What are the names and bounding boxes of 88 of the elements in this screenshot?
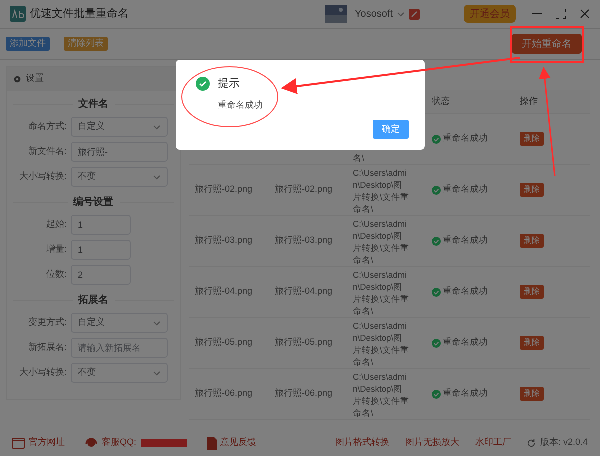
footer-link[interactable]: 官方网址: [29, 436, 65, 450]
field-label: 新文件名:: [27, 145, 67, 158]
window-title: 优速文件批量重命名: [30, 6, 129, 22]
document-icon: [206, 436, 217, 450]
dropdown[interactable]: 自定义: [71, 117, 168, 137]
footer-link[interactable]: 客服QQ:: [102, 436, 137, 450]
table-cell-text: 旅行照-03.png: [275, 234, 334, 248]
table-cell-text: 旅行照-04.png: [195, 285, 254, 298]
number-field[interactable]: 1: [71, 215, 131, 235]
path-cell: C:\Users\admin\Desktop\图片转换\文件重命名\: [353, 269, 411, 317]
check-icon: [432, 390, 441, 398]
chevron-down-icon: [153, 370, 161, 376]
text-field[interactable]: 请输入新拓展名: [71, 338, 168, 358]
check-icon: [432, 338, 441, 348]
table-cell-text: 旅行照-05.png: [275, 336, 334, 350]
delete-button[interactable]: 删除: [520, 336, 544, 350]
number-field[interactable]: 1: [71, 240, 131, 260]
table-cell-text: 旅行照-06.png: [275, 387, 334, 400]
start-rename-button[interactable]: 开始重命名: [512, 34, 582, 54]
section-heading: 编号设置: [74, 196, 114, 210]
app-logo-icon: [10, 6, 26, 22]
chevron-down-icon: [153, 174, 161, 180]
column-header: 状态: [432, 94, 451, 108]
success-icon: [196, 77, 210, 92]
column-header: 操作: [520, 94, 539, 108]
chevron-down-icon: [153, 124, 161, 130]
dialog-title: 提示: [218, 77, 240, 92]
footer-link[interactable]: 水印工厂: [475, 436, 512, 450]
table-cell-text: 旅行照-04.png: [275, 285, 334, 298]
badge-icon: [409, 8, 420, 20]
field-label: 起始:: [45, 218, 67, 232]
status-text: 重命名成功: [443, 183, 488, 196]
footer-link[interactable]: 意见反馈: [220, 436, 257, 450]
status-text: 重命名成功: [443, 234, 488, 248]
dropdown[interactable]: 自定义: [71, 313, 168, 333]
ok-button[interactable]: 确定: [373, 120, 409, 139]
check-icon: [432, 288, 441, 296]
delete-button[interactable]: 删除: [520, 387, 544, 401]
path-cell: C:\Users\admin\Desktop\图片转换\文件重命名\: [353, 371, 411, 419]
section-heading: 拓展名: [78, 294, 108, 308]
field-label: 大小写转换:: [18, 170, 67, 184]
field-label: 变更方式:: [27, 316, 67, 330]
table-cell-text: 旅行照-02.png: [195, 183, 254, 196]
section-heading: 文件名: [78, 98, 108, 112]
chevron-down-icon: [397, 12, 405, 16]
version-text: 版本: v2.0.4: [540, 436, 588, 450]
user-name[interactable]: Yososoft: [355, 6, 393, 22]
field-label: 新拓展名:: [27, 341, 67, 354]
text-field[interactable]: 旅行照-: [71, 142, 168, 162]
headset-icon: [85, 436, 98, 450]
delete-button[interactable]: 删除: [520, 285, 544, 299]
status-text: 重命名成功: [443, 336, 488, 350]
delete-button[interactable]: 删除: [520, 183, 544, 197]
close-icon[interactable]: [580, 9, 590, 19]
dialog-message: 重命名成功: [218, 98, 264, 112]
settings-icon: [13, 74, 22, 84]
check-icon: [432, 236, 441, 246]
refresh-icon: [527, 438, 536, 448]
redaction-bar: [140, 439, 187, 447]
check-icon: [432, 186, 441, 194]
path-cell: C:\Users\admin\Desktop\图片转换\文件重命名\: [353, 167, 411, 215]
settings-title: 设置: [26, 72, 44, 86]
dropdown[interactable]: 不变: [71, 363, 168, 383]
browser-icon: [12, 438, 25, 448]
table-cell-text: 旅行照-06.png: [195, 387, 254, 400]
table-cell-text: 旅行照-02.png: [275, 183, 334, 196]
path-cell: C:\Users\admin\Desktop\图片转换\文件重命名\: [353, 320, 411, 368]
fullscreen-icon[interactable]: [556, 9, 566, 19]
toolbar-button[interactable]: 添加文件: [6, 37, 50, 51]
number-field[interactable]: 2: [71, 265, 131, 285]
delete-button[interactable]: 删除: [520, 132, 544, 146]
status-text: 重命名成功: [443, 132, 488, 146]
table-cell-text: 旅行照-05.png: [195, 336, 254, 350]
check-icon: [432, 134, 441, 144]
field-label: 命名方式:: [27, 120, 67, 134]
table-cell-text: 旅行照-03.png: [195, 234, 254, 248]
status-text: 重命名成功: [443, 285, 488, 298]
status-text: 重命名成功: [443, 387, 488, 400]
field-label: 位数:: [45, 268, 67, 282]
field-label: 增量:: [45, 243, 67, 256]
field-label: 大小写转换:: [18, 366, 67, 380]
footer-link[interactable]: 图片格式转换: [335, 436, 390, 450]
footer-link[interactable]: 图片无损放大: [405, 436, 460, 450]
toolbar-button[interactable]: 清除列表: [64, 37, 108, 51]
dropdown[interactable]: 不变: [71, 167, 168, 187]
path-cell: C:\Users\admin\Desktop\图片转换\文件重命名\: [353, 218, 411, 266]
chevron-down-icon: [153, 320, 161, 326]
delete-button[interactable]: 删除: [520, 234, 544, 248]
